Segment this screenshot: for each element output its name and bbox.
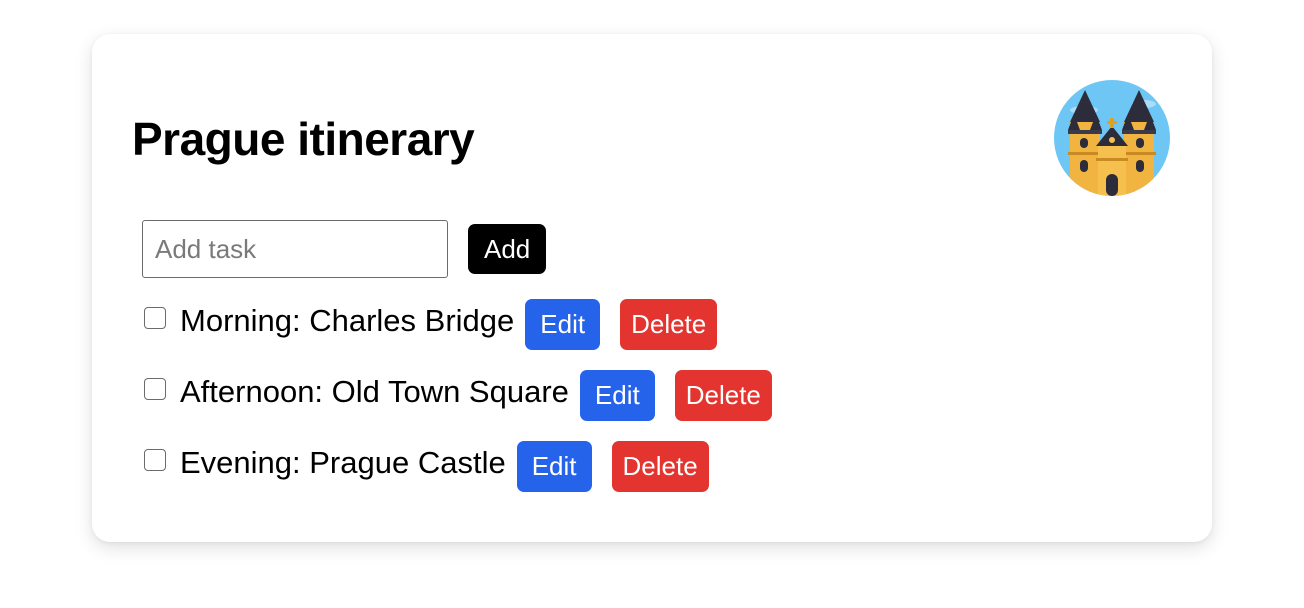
task-text: Afternoon: Old Town Square <box>180 374 569 409</box>
prague-church-icon <box>1054 80 1170 196</box>
task-item: Morning: Charles Bridge Edit Delete <box>142 299 772 350</box>
task-item: Afternoon: Old Town Square Edit Delete <box>142 370 772 421</box>
task-list: Morning: Charles Bridge Edit Delete Afte… <box>142 299 772 512</box>
task-checkbox[interactable] <box>144 307 166 329</box>
delete-button[interactable]: Delete <box>674 370 772 421</box>
delete-button[interactable]: Delete <box>611 441 709 492</box>
page-title: Prague itinerary <box>132 113 475 165</box>
add-task-input[interactable] <box>142 220 448 278</box>
task-text: Morning: Charles Bridge <box>180 303 515 338</box>
task-item: Evening: Prague Castle Edit Delete <box>142 441 772 492</box>
task-text: Evening: Prague Castle <box>180 445 506 480</box>
edit-button[interactable]: Edit <box>525 299 601 350</box>
task-checkbox[interactable] <box>144 449 166 471</box>
edit-button[interactable]: Edit <box>516 441 592 492</box>
task-checkbox[interactable] <box>144 378 166 400</box>
edit-button[interactable]: Edit <box>579 370 655 421</box>
delete-button[interactable]: Delete <box>620 299 718 350</box>
add-button[interactable]: Add <box>468 224 547 274</box>
itinerary-card: Prague itinerary Add task Add Morning: C… <box>92 34 1212 542</box>
add-task-form: Add <box>142 220 547 278</box>
